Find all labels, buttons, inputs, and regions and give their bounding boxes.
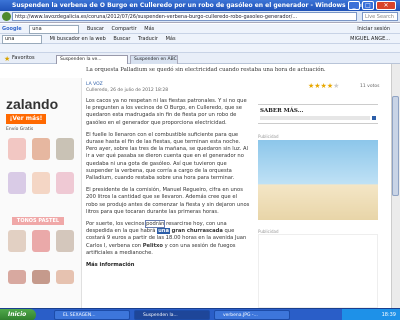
paragraph: Los cacos ya no respetan ni las fiestas …: [86, 98, 247, 126]
task-button[interactable]: EL SEXAGEN...: [54, 310, 130, 320]
google-search-input[interactable]: una: [29, 25, 80, 34]
web-content: La orquesta Palladium se quedó sin elect…: [0, 64, 400, 308]
rating-stars[interactable]: ★★★★★: [308, 82, 339, 90]
zalando-shipping: Envío Gratis: [6, 127, 34, 132]
dress-image[interactable]: [8, 230, 26, 252]
beach-ad-image[interactable]: [258, 140, 378, 220]
dress-image[interactable]: [8, 138, 26, 160]
more-button[interactable]: Más: [144, 26, 154, 32]
dress-image[interactable]: [32, 230, 50, 252]
system-tray: 18:39: [342, 309, 400, 320]
author-label[interactable]: LA VOZ: [86, 82, 103, 87]
clock: 18:39: [381, 312, 396, 318]
article-meta: Culleredo, 26 de julio de 2012 18:28: [86, 88, 169, 93]
minimize-button[interactable]: _: [348, 1, 360, 10]
translate-button[interactable]: Traducir: [138, 36, 158, 42]
votes-count: 11 votos: [360, 84, 380, 89]
dress-image[interactable]: [32, 138, 50, 160]
ad-label: Publicidad: [258, 134, 279, 139]
more-info-heading: Más información: [86, 262, 135, 269]
google-label: Google: [2, 26, 22, 32]
links-search-button[interactable]: Buscar: [113, 36, 130, 42]
window-title-bar: Suspenden la verbena de O Burgo en Culle…: [0, 0, 400, 11]
empty-toolbar: [0, 44, 400, 53]
close-button[interactable]: ✕: [376, 1, 396, 10]
star-icon: ★: [4, 55, 11, 63]
sidebar-search-field[interactable]: [260, 116, 370, 120]
dress-image[interactable]: [56, 230, 74, 252]
selected-word: una: [157, 228, 170, 235]
pastel-tones-banner[interactable]: TONOS PASTEL: [12, 217, 64, 225]
zalando-ad[interactable]: zalando ¡Ver más! Envío Gratis TONOS PAS…: [0, 78, 82, 308]
google-toolbar: Google una Buscar Compartir Más Iniciar …: [0, 24, 400, 34]
dress-image[interactable]: [56, 172, 74, 194]
start-button[interactable]: Inicio: [0, 309, 36, 320]
dress-image[interactable]: [56, 138, 74, 160]
saber-mas-box: SABER MÁS...: [258, 104, 378, 124]
dress-image[interactable]: [8, 172, 26, 194]
google-search-button[interactable]: Buscar: [87, 26, 104, 32]
article-body: Los cacos ya no respetan ni las fiestas …: [86, 98, 250, 268]
shoe-image[interactable]: [32, 270, 50, 284]
sidebar-heading: SABER MÁS...: [260, 108, 304, 114]
tab-article[interactable]: Suspenden la ve...: [56, 55, 128, 64]
links-search-input[interactable]: una: [2, 35, 42, 44]
maximize-button[interactable]: □: [362, 1, 374, 10]
paragraph: El presidente de la comisión, Manuel Reg…: [86, 187, 250, 215]
url-field[interactable]: http://www.lavozdegalicia.es/coruna/2012…: [12, 12, 357, 21]
links-more-button[interactable]: Más: [166, 36, 176, 42]
paragraph: El fuelle lo llenaron con el combustible…: [86, 131, 249, 182]
shoe-image[interactable]: [8, 270, 26, 284]
sidebar-search-button[interactable]: [372, 116, 376, 120]
links-toolbar: una Mi buscador en la web Buscar Traduci…: [0, 34, 400, 44]
scrollbar-thumb[interactable]: [392, 96, 399, 196]
paragraph: Por suerte, los vecinos podrán resarcirs…: [86, 220, 247, 256]
ad-space-empty: [258, 234, 378, 308]
live-search-input[interactable]: Live Search: [362, 12, 398, 21]
shoe-image[interactable]: [56, 270, 74, 284]
task-button-active[interactable]: Suspenden la...: [134, 310, 210, 320]
dress-image[interactable]: [32, 172, 50, 194]
zalando-cta-button[interactable]: ¡Ver más!: [6, 114, 46, 124]
address-bar: http://www.lavozdegalicia.es/coruna/2012…: [0, 11, 400, 23]
share-button[interactable]: Compartir: [112, 26, 137, 32]
taskbar: Inicio EL SEXAGEN... Suspenden la... ver…: [0, 308, 400, 320]
tab-abc[interactable]: Suspenden en ABC...: [130, 55, 178, 64]
my-search-link[interactable]: Mi buscador en la web: [50, 36, 106, 42]
zalando-logo[interactable]: zalando: [6, 96, 58, 112]
highlighted-word: podrán: [145, 220, 166, 229]
sign-in-link[interactable]: Iniciar sesión: [357, 24, 390, 34]
back-icon[interactable]: [2, 12, 11, 21]
article-lead: La orquesta Palladium se quedó sin elect…: [86, 67, 326, 73]
favorites-label[interactable]: Favoritos: [12, 55, 35, 61]
task-button[interactable]: verbena.JPG -...: [214, 310, 290, 320]
user-menu[interactable]: MIGUEL ANGE...: [350, 34, 390, 44]
